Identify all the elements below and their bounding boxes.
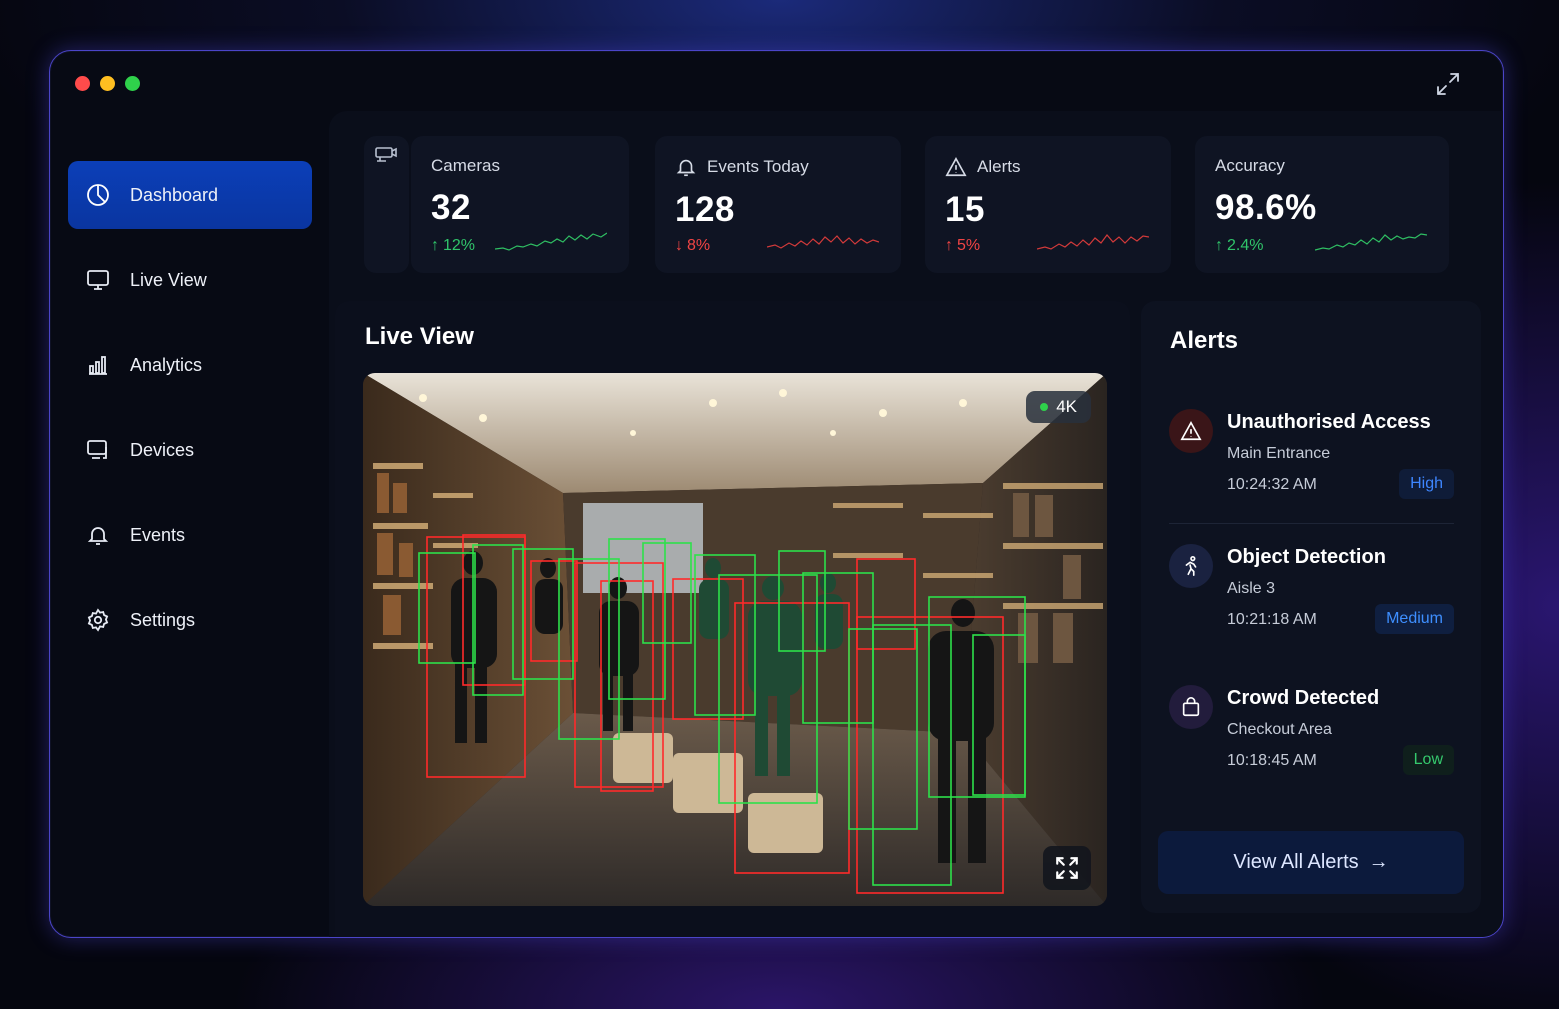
devices-icon xyxy=(86,438,110,462)
maximize-window-button[interactable] xyxy=(125,76,140,91)
stat-value: 128 xyxy=(675,190,735,229)
sidebar-item-label: Dashboard xyxy=(130,184,219,205)
expand-icon[interactable] xyxy=(1435,71,1461,97)
arrow-down-icon: ↓ xyxy=(675,237,683,254)
bell-icon xyxy=(676,159,696,177)
stat-change: ↑ 5% xyxy=(945,237,981,254)
camera-selector[interactable] xyxy=(364,136,409,273)
severity-badge: High xyxy=(1399,469,1454,499)
camera-feed[interactable]: 4K xyxy=(363,373,1107,906)
main-content: Cameras 32 ↑ 12% Events Today 128 ↓ 8% A… xyxy=(329,111,1503,937)
bar-chart-icon xyxy=(86,353,110,377)
alerts-title: Alerts xyxy=(1170,327,1239,354)
warning-icon xyxy=(1169,409,1213,453)
severity-badge: Low xyxy=(1402,745,1454,775)
shopping-bag-icon xyxy=(1169,685,1213,729)
sidebar-item-events[interactable]: Events xyxy=(68,501,312,569)
sidebar-item-analytics[interactable]: Analytics xyxy=(68,331,312,399)
stat-label: Cameras xyxy=(431,156,500,175)
alert-time: 10:18:45 AM xyxy=(1227,752,1317,769)
stat-label: Events Today xyxy=(675,156,881,178)
sidebar-item-live-view[interactable]: Live View xyxy=(68,246,312,314)
alert-location: Aisle 3 xyxy=(1227,580,1276,597)
arrow-up-icon: ↑ xyxy=(945,237,953,254)
alerts-panel: Alerts Unauthorised Access Main Entrance… xyxy=(1141,301,1481,913)
stat-value: 15 xyxy=(945,190,985,229)
severity-badge: Medium xyxy=(1375,604,1454,634)
arrow-right-icon: → xyxy=(1368,851,1389,873)
gear-icon xyxy=(86,608,110,632)
sparkline xyxy=(495,232,607,251)
app-window: Dashboard Live View Analytics Devices Ev… xyxy=(49,50,1504,938)
sparkline xyxy=(1315,233,1427,251)
resolution-badge: 4K xyxy=(1026,391,1091,423)
stat-card-accuracy[interactable]: Accuracy 98.6% ↑ 2.4% xyxy=(1195,136,1449,273)
stat-value: 32 xyxy=(431,188,471,227)
alert-item[interactable]: Crowd Detected Checkout Area 10:18:45 AM… xyxy=(1169,685,1454,785)
live-indicator-icon xyxy=(1040,403,1049,411)
alert-location: Main Entrance xyxy=(1227,445,1331,462)
stat-label: Alerts xyxy=(945,156,1151,178)
sidebar-item-label: Devices xyxy=(130,439,195,460)
warning-icon xyxy=(945,157,967,177)
alert-title: Crowd Detected xyxy=(1227,687,1380,709)
sidebar-item-label: Settings xyxy=(130,609,196,630)
live-view-title: Live View xyxy=(365,323,474,350)
sparkline xyxy=(1037,234,1149,250)
sidebar-item-settings[interactable]: Settings xyxy=(68,586,312,654)
arrow-up-icon: ↑ xyxy=(1215,237,1223,254)
live-view-panel: Live View 4K xyxy=(335,301,1130,937)
stat-change: ↓ 8% xyxy=(675,237,711,254)
fullscreen-button[interactable] xyxy=(1043,846,1091,890)
stat-card-alerts[interactable]: Alerts 15 ↑ 5% xyxy=(925,136,1171,273)
close-window-button[interactable] xyxy=(75,76,90,91)
store-scene-image xyxy=(363,373,1107,906)
sidebar-item-label: Events xyxy=(130,524,186,545)
stat-change: ↑ 2.4% xyxy=(1215,237,1264,254)
sparkline xyxy=(767,235,879,249)
alert-item[interactable]: Object Detection Aisle 3 10:21:18 AM Med… xyxy=(1169,544,1454,644)
alert-time: 10:21:18 AM xyxy=(1227,611,1317,628)
arrow-up-icon: ↑ xyxy=(431,237,439,254)
sidebar-item-dashboard[interactable]: Dashboard xyxy=(68,161,312,229)
window-controls xyxy=(75,76,140,91)
stat-card-events-today[interactable]: Events Today 128 ↓ 8% xyxy=(655,136,901,273)
pie-chart-icon xyxy=(86,183,110,207)
stat-card-cameras[interactable]: Cameras 32 ↑ 12% xyxy=(411,136,629,273)
alert-time: 10:24:32 AM xyxy=(1227,476,1317,493)
sidebar-item-label: Analytics xyxy=(130,354,203,375)
sidebar-nav: Dashboard Live View Analytics Devices Ev… xyxy=(68,161,312,671)
fullscreen-icon xyxy=(1056,857,1078,879)
alert-title: Unauthorised Access xyxy=(1227,411,1431,433)
alert-item[interactable]: Unauthorised Access Main Entrance 10:24:… xyxy=(1169,409,1454,509)
stat-value: 98.6% xyxy=(1215,188,1317,227)
sidebar-item-label: Live View xyxy=(130,269,207,290)
running-person-icon xyxy=(1169,544,1213,588)
stat-label: Accuracy xyxy=(1215,156,1285,175)
stat-change: ↑ 12% xyxy=(431,237,476,254)
alert-title: Object Detection xyxy=(1227,546,1386,568)
view-all-alerts-button[interactable]: View All Alerts → xyxy=(1158,831,1464,894)
alert-location: Checkout Area xyxy=(1227,721,1332,738)
bell-icon xyxy=(86,523,110,547)
monitor-icon xyxy=(86,268,110,292)
minimize-window-button[interactable] xyxy=(100,76,115,91)
sidebar-item-devices[interactable]: Devices xyxy=(68,416,312,484)
divider xyxy=(1169,523,1454,524)
cctv-icon xyxy=(375,147,397,162)
